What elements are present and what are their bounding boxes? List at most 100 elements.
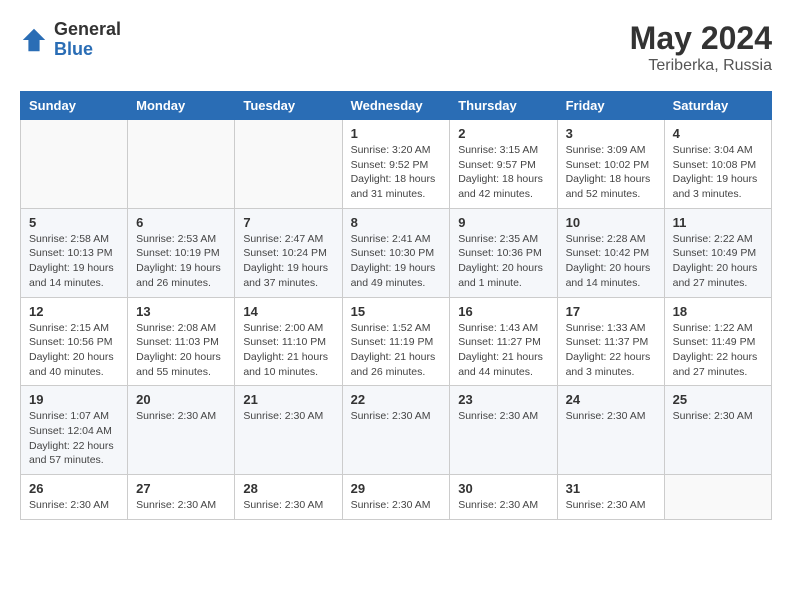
logo-blue-text: Blue <box>54 40 121 60</box>
day-number: 31 <box>566 481 656 496</box>
calendar-week-row: 12Sunrise: 2:15 AM Sunset: 10:56 PM Dayl… <box>21 297 772 386</box>
day-number: 22 <box>351 392 442 407</box>
calendar-week-row: 1 Sunrise: 3:20 AM Sunset: 9:52 PM Daylig… <box>21 120 772 209</box>
day-info: Sunrise: 1:43 AM Sunset: 11:27 PM Daylig… <box>458 321 548 380</box>
table-row: 10 Sunrise: 2:28 AM Sunset: 10:42 PM Dayl… <box>557 208 664 297</box>
table-row: 30 Sunrise: 2:30 AM <box>450 475 557 520</box>
day-number: 7 <box>243 215 333 230</box>
day-info: Sunrise: 3:20 AM Sunset: 9:52 PM Dayligh… <box>351 143 442 202</box>
day-info: Sunrise: 2:28 AM Sunset: 10:42 PM Daylig… <box>566 232 656 291</box>
table-row: 4 Sunrise: 3:04 AM Sunset: 10:08 PM Dayli… <box>664 120 771 209</box>
day-info: Sunrise: 2:35 AM Sunset: 10:36 PM Daylig… <box>458 232 548 291</box>
col-thursday: Thursday <box>450 92 557 120</box>
day-info: Sunrise: 1:07 AM Sunset: 12:04 AM Daylig… <box>29 409 119 468</box>
day-number: 1 <box>351 126 442 141</box>
table-row: 20 Sunrise: 2:30 AM <box>128 386 235 475</box>
table-row: 13Sunrise: 2:08 AM Sunset: 11:03 PM Dayl… <box>128 297 235 386</box>
day-info: Sunrise: 2:30 AM <box>673 409 763 424</box>
day-info: Sunrise: 2:30 AM <box>29 498 119 513</box>
day-number: 9 <box>458 215 548 230</box>
table-row: 3 Sunrise: 3:09 AM Sunset: 10:02 PM Dayli… <box>557 120 664 209</box>
table-row: 26 Sunrise: 2:30 AM <box>21 475 128 520</box>
day-info: Sunrise: 2:30 AM <box>136 498 226 513</box>
day-info: Sunrise: 2:53 AM Sunset: 10:19 PM Daylig… <box>136 232 226 291</box>
logo-text: General Blue <box>54 20 121 60</box>
day-number: 8 <box>351 215 442 230</box>
table-row: 22 Sunrise: 2:30 AM <box>342 386 450 475</box>
logo: General Blue <box>20 20 121 60</box>
day-info: Sunrise: 2:30 AM <box>243 498 333 513</box>
day-info: Sunrise: 2:00 AM Sunset: 11:10 PM Daylig… <box>243 321 333 380</box>
day-info: Sunrise: 3:04 AM Sunset: 10:08 PM Daylig… <box>673 143 763 202</box>
day-info: Sunrise: 2:41 AM Sunset: 10:30 PM Daylig… <box>351 232 442 291</box>
table-row: 5 Sunrise: 2:58 AM Sunset: 10:13 PM Dayli… <box>21 208 128 297</box>
calendar-week-row: 19 Sunrise: 1:07 AM Sunset: 12:04 AM Dayl… <box>21 386 772 475</box>
day-number: 27 <box>136 481 226 496</box>
day-info: Sunrise: 3:15 AM Sunset: 9:57 PM Dayligh… <box>458 143 548 202</box>
day-number: 10 <box>566 215 656 230</box>
table-row: 21 Sunrise: 2:30 AM <box>235 386 342 475</box>
day-info: Sunrise: 2:30 AM <box>351 498 442 513</box>
day-number: 3 <box>566 126 656 141</box>
month-year-title: May 2024 <box>630 20 772 57</box>
day-info: Sunrise: 2:30 AM <box>243 409 333 424</box>
table-row: 25Sunrise: 2:30 AM <box>664 386 771 475</box>
table-row: 1 Sunrise: 3:20 AM Sunset: 9:52 PM Daylig… <box>342 120 450 209</box>
col-friday: Friday <box>557 92 664 120</box>
day-info: Sunrise: 2:30 AM <box>136 409 226 424</box>
day-info: Sunrise: 3:09 AM Sunset: 10:02 PM Daylig… <box>566 143 656 202</box>
day-number: 30 <box>458 481 548 496</box>
table-row: 18Sunrise: 1:22 AM Sunset: 11:49 PM Dayl… <box>664 297 771 386</box>
day-number: 19 <box>29 392 119 407</box>
day-info: Sunrise: 2:30 AM <box>351 409 442 424</box>
day-number: 5 <box>29 215 119 230</box>
logo-icon <box>20 26 48 54</box>
day-number: 12 <box>29 304 119 319</box>
table-row: 19 Sunrise: 1:07 AM Sunset: 12:04 AM Dayl… <box>21 386 128 475</box>
day-number: 4 <box>673 126 763 141</box>
col-saturday: Saturday <box>664 92 771 120</box>
day-info: Sunrise: 1:52 AM Sunset: 11:19 PM Daylig… <box>351 321 442 380</box>
day-number: 2 <box>458 126 548 141</box>
table-row: 27 Sunrise: 2:30 AM <box>128 475 235 520</box>
day-info: Sunrise: 2:30 AM <box>458 498 548 513</box>
table-row: 31 Sunrise: 2:30 AM <box>557 475 664 520</box>
table-row: 12Sunrise: 2:15 AM Sunset: 10:56 PM Dayl… <box>21 297 128 386</box>
day-info: Sunrise: 1:22 AM Sunset: 11:49 PM Daylig… <box>673 321 763 380</box>
table-row: 28Sunrise: 2:30 AM <box>235 475 342 520</box>
title-block: May 2024 Teriberka, Russia <box>630 20 772 75</box>
table-row: 9 Sunrise: 2:35 AM Sunset: 10:36 PM Dayli… <box>450 208 557 297</box>
day-number: 23 <box>458 392 548 407</box>
table-row: 24Sunrise: 2:30 AM <box>557 386 664 475</box>
table-row: 8 Sunrise: 2:41 AM Sunset: 10:30 PM Dayli… <box>342 208 450 297</box>
table-row: 6 Sunrise: 2:53 AM Sunset: 10:19 PM Dayli… <box>128 208 235 297</box>
day-number: 16 <box>458 304 548 319</box>
day-number: 29 <box>351 481 442 496</box>
day-info: Sunrise: 1:33 AM Sunset: 11:37 PM Daylig… <box>566 321 656 380</box>
day-number: 14 <box>243 304 333 319</box>
col-tuesday: Tuesday <box>235 92 342 120</box>
day-number: 17 <box>566 304 656 319</box>
table-row: 2 Sunrise: 3:15 AM Sunset: 9:57 PM Daylig… <box>450 120 557 209</box>
table-row <box>21 120 128 209</box>
day-info: Sunrise: 2:30 AM <box>566 498 656 513</box>
day-number: 11 <box>673 215 763 230</box>
day-number: 20 <box>136 392 226 407</box>
day-number: 6 <box>136 215 226 230</box>
calendar-body: 1 Sunrise: 3:20 AM Sunset: 9:52 PM Daylig… <box>21 120 772 520</box>
day-number: 21 <box>243 392 333 407</box>
day-number: 26 <box>29 481 119 496</box>
table-row: 23Sunrise: 2:30 AM <box>450 386 557 475</box>
col-sunday: Sunday <box>21 92 128 120</box>
table-row: 11Sunrise: 2:22 AM Sunset: 10:49 PM Dayl… <box>664 208 771 297</box>
day-info: Sunrise: 2:08 AM Sunset: 11:03 PM Daylig… <box>136 321 226 380</box>
page-header: General Blue May 2024 Teriberka, Russia <box>20 20 772 75</box>
table-row: 14 Sunrise: 2:00 AM Sunset: 11:10 PM Dayl… <box>235 297 342 386</box>
table-row <box>235 120 342 209</box>
day-info: Sunrise: 2:58 AM Sunset: 10:13 PM Daylig… <box>29 232 119 291</box>
day-number: 24 <box>566 392 656 407</box>
table-row <box>128 120 235 209</box>
day-info: Sunrise: 2:47 AM Sunset: 10:24 PM Daylig… <box>243 232 333 291</box>
calendar-table: Sunday Monday Tuesday Wednesday Thursday… <box>20 91 772 520</box>
table-row: 17 Sunrise: 1:33 AM Sunset: 11:37 PM Dayl… <box>557 297 664 386</box>
